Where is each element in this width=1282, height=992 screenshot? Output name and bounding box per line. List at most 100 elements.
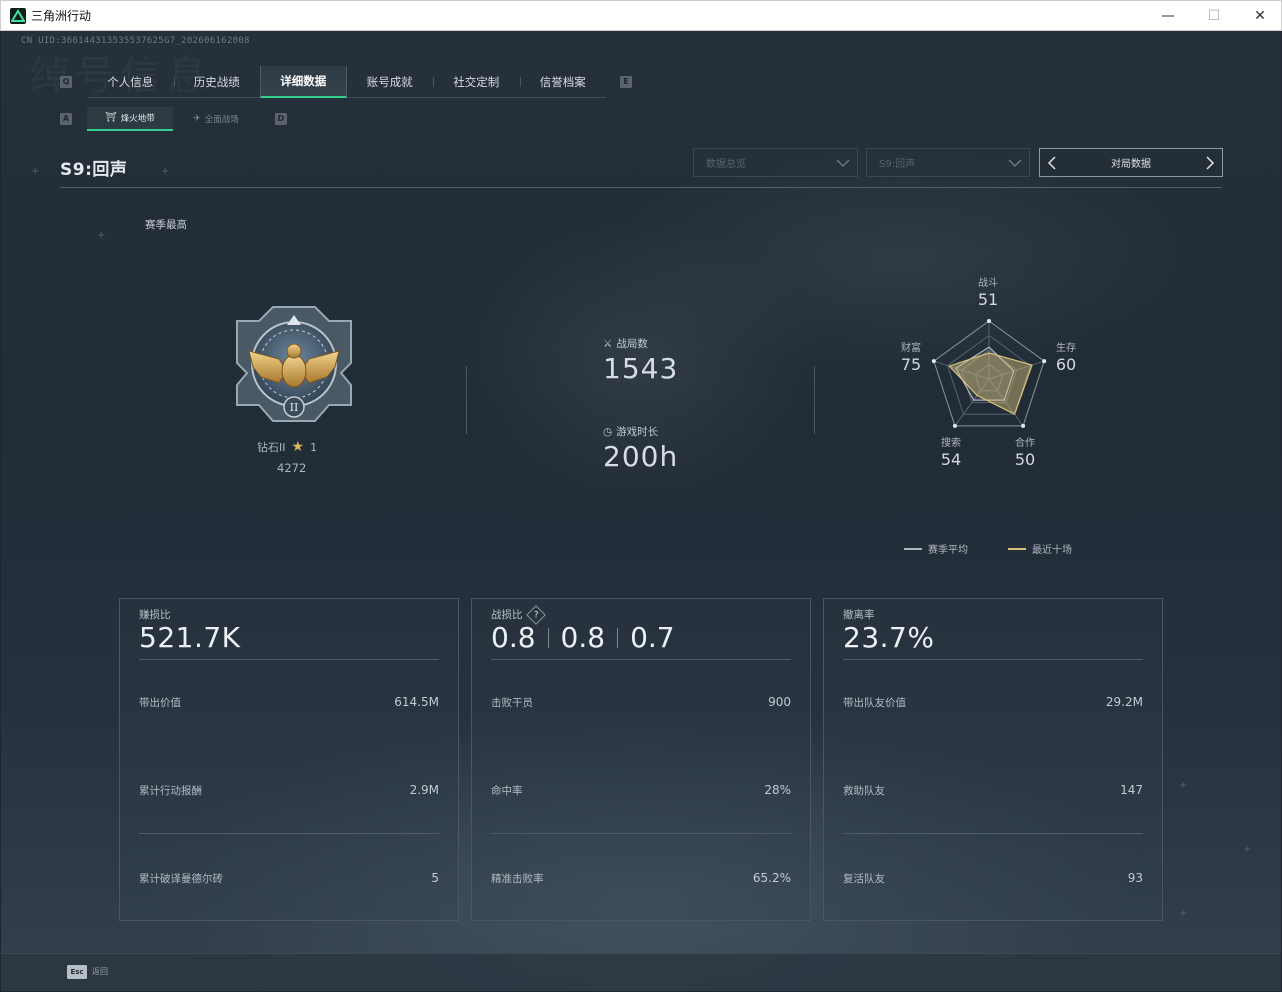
row-label: 精准击败率 [491,873,544,885]
profit-card: 赚损比 521.7K 带出价值 614.5M 累计行动报酬 2.9M 累计破译曼… [119,598,459,921]
row-label: 救助队友 [843,785,885,797]
row-value: 29.2M [1105,695,1143,709]
chevron-right-icon[interactable] [1202,155,1218,171]
radar-value-cooperation: 50 [1014,450,1036,469]
mode-tab-bar: ⛩ 烽火地带 ✈ 全面战场 [87,107,259,131]
radar-label-search: 搜索 [941,438,961,449]
card-head-label-text: 战损比 [491,609,523,621]
decor-plus-icon: + [1179,908,1188,919]
match-data-pager: 对局数据 [1039,148,1223,177]
tab-detailed-data[interactable]: 详细数据 [260,66,347,98]
decor-plus-icon: + [161,166,170,177]
card-head-values: 0.8 0.8 0.7 [491,621,675,654]
window-titlebar: 三角洲行动 — ☐ ✕ [0,0,1282,31]
season-best-label: 赛季最高 [145,219,187,231]
row-value: 2.9M [409,783,439,797]
playtime-value: 200h [603,440,679,473]
radar-vertex-dot [931,359,936,364]
value-separator [547,627,549,648]
tab-history[interactable]: 历史战绩 [173,66,261,98]
radar-series-recent-ten [948,352,1033,416]
kd-value-2: 0.8 [560,621,606,654]
subtab-prev-key[interactable]: A [60,113,72,125]
card-divider [139,833,439,834]
card-head-value: 23.7% [843,621,935,654]
row-label: 累计破译曼德尔砖 [139,873,223,885]
close-button[interactable]: ✕ [1237,1,1282,31]
tab-prev-key[interactable]: Q [60,76,72,88]
tab-social[interactable]: 社交定制 [433,66,520,98]
card-divider [491,659,791,660]
legend-swatch [1008,547,1026,550]
kd-value-3: 0.7 [630,621,675,654]
back-label[interactable]: 返回 [92,966,108,977]
game-viewport: 绰号信息 CN UID:366144313535537625G7_2026061… [1,31,1281,991]
card-divider [843,659,1143,660]
tab-next-key[interactable]: E [620,76,632,88]
maximize-button[interactable]: ☐ [1191,1,1237,31]
radar-vertex-dot [1021,423,1026,428]
card-row: 累计破译曼德尔砖 5 [139,871,439,886]
medal-numeral: II [290,401,299,414]
chevron-down-icon [1008,159,1022,168]
card-head-label: 赚损比 [139,609,171,621]
kd-card: 战损比 ? 0.8 0.8 0.7 击败干员 900 命中率 28% 精准击败率… [471,598,811,921]
tab-personal-info[interactable]: 个人信息 [87,66,174,98]
chevron-down-icon [836,159,850,168]
card-row: 救助队友 147 [843,783,1143,798]
tab-reputation[interactable]: 信誉档案 [519,66,607,98]
rank-points: 4272 [277,461,307,475]
tab-achievements[interactable]: 账号成就 [347,66,434,98]
radar-label-cooperation: 合作 [1015,438,1035,449]
legend-label: 最近十场 [1032,545,1072,556]
card-row: 击败干员 900 [491,695,791,710]
card-divider [843,833,1143,834]
card-head-value: 521.7K [139,621,241,654]
subtab-label: 烽火地带 [120,114,155,124]
row-label: 击败干员 [491,697,533,709]
footer-bar [1,953,1281,991]
radar-label-survival: 生存 [1056,343,1076,354]
card-head-label: 战损比 ? [491,604,546,625]
header-divider [60,187,1222,188]
decor-plus-icon: + [31,166,40,177]
season-dropdown[interactable]: S9:回声 [866,148,1030,177]
decor-plus-icon: + [1179,780,1188,791]
radar-value-search: 54 [940,450,962,469]
legend-season-average: 赛季平均 [904,541,968,556]
legend-swatch [904,547,922,550]
row-label: 带出价值 [139,697,181,709]
extraction-card: 撤离率 23.7% 带出队友价值 29.2M 救助队友 147 复活队友 93 [823,598,1163,921]
matches-label: 战局数 [616,338,648,350]
row-value: 147 [1120,783,1143,797]
rank-name: 钻石II [257,441,286,454]
row-label: 命中率 [491,785,523,797]
star-icon: ★ [291,439,305,455]
card-row: 带出队友价值 29.2M [843,695,1143,710]
matches-stat: ⚔ 战局数 1543 [603,336,679,386]
rank-medal-icon: II [236,306,352,422]
dropdown-value: S9:回声 [879,159,916,170]
radar-vertex-dot [987,319,991,323]
chevron-left-icon[interactable] [1044,155,1060,171]
esc-key-button[interactable]: Esc [67,965,87,979]
row-label: 累计行动报酬 [139,785,202,797]
clock-icon: ◷ [603,425,613,438]
radar-value-survival: 60 [1055,355,1077,374]
card-divider [491,833,791,834]
radar-label-combat: 战斗 [978,278,998,289]
matches-value: 1543 [603,352,679,385]
card-head-label: 撤离率 [843,609,875,621]
data-type-dropdown[interactable]: 数据总览 [693,148,858,177]
card-row: 带出价值 614.5M [139,695,439,710]
subtab-next-key[interactable]: D [275,113,287,125]
subtab-warfare[interactable]: ✈ 全面战场 [173,107,259,131]
kd-value-1: 0.8 [491,621,536,654]
decor-plus-icon: + [1243,844,1252,855]
minimize-button[interactable]: — [1145,1,1191,31]
crossed-swords-icon: ⚔ [603,337,613,350]
card-divider [139,659,439,660]
rank-line: 钻石II ★ 1 [257,439,317,455]
subtab-operations[interactable]: ⛩ 烽火地带 [87,107,173,131]
row-value: 65.2% [752,871,791,885]
